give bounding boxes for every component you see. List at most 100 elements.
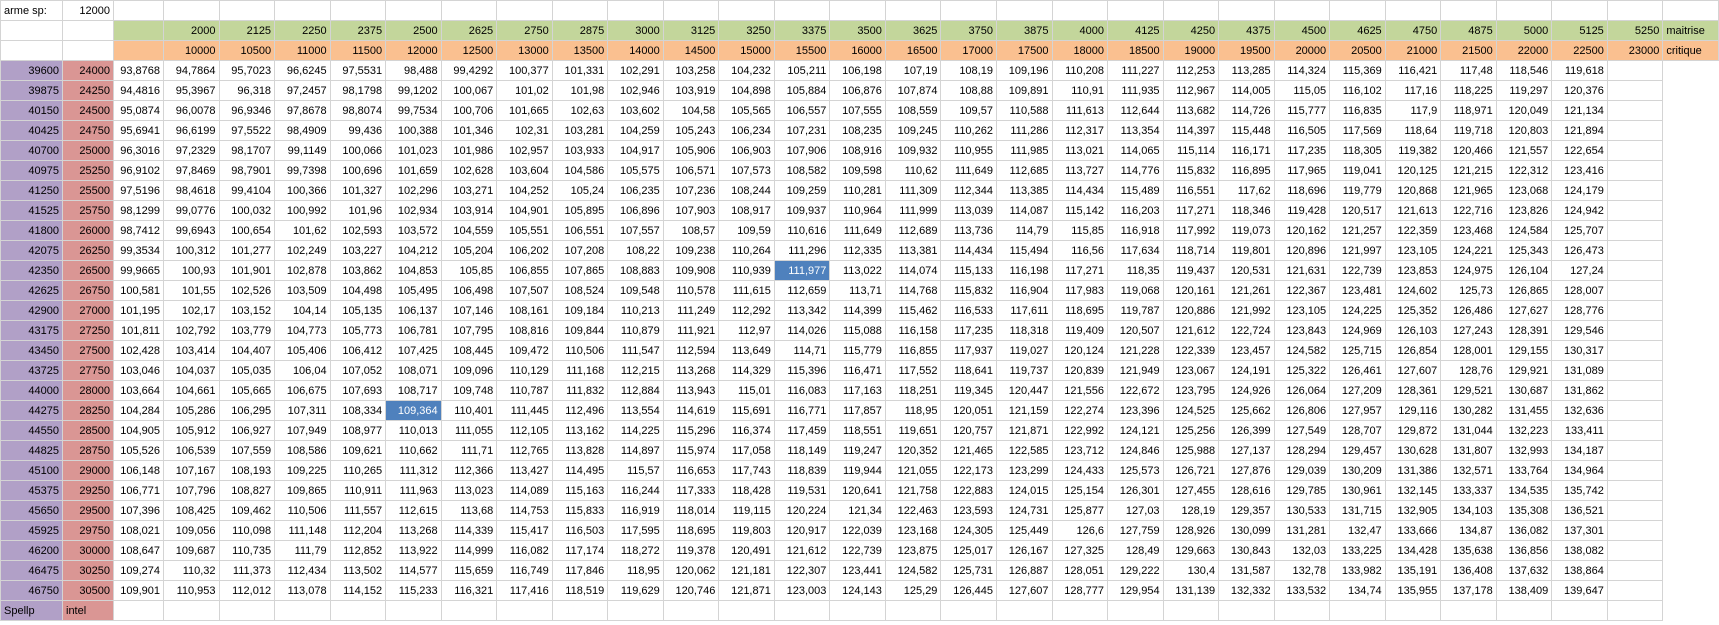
value-cell[interactable]: 115,691	[718, 400, 775, 421]
value-cell[interactable]: 121,997	[1329, 240, 1386, 261]
value-cell[interactable]: 131,281	[1273, 520, 1331, 541]
empty-cell[interactable]	[274, 0, 331, 21]
critique-header-cell[interactable]: 11000	[274, 40, 331, 61]
spellp-cell[interactable]: 44825	[0, 440, 63, 461]
value-cell[interactable]: 127,876	[1218, 460, 1275, 481]
value-cell[interactable]: 106,498	[440, 280, 498, 301]
spellp-cell[interactable]: 45925	[0, 520, 63, 541]
empty-cell[interactable]	[551, 0, 609, 21]
value-cell[interactable]: 113,682	[1162, 100, 1220, 121]
value-cell[interactable]: 115,777	[1273, 100, 1331, 121]
value-cell[interactable]: 103,604	[496, 160, 553, 181]
value-cell[interactable]: 110,955	[940, 140, 997, 161]
value-cell[interactable]: 123,468	[1440, 220, 1497, 241]
critique-header-cell[interactable]: 12500	[440, 40, 498, 61]
value-cell[interactable]: 127,607	[1384, 360, 1442, 381]
value-cell[interactable]: 118,971	[1440, 100, 1497, 121]
value-cell[interactable]: 105,895	[551, 200, 609, 221]
value-cell[interactable]: 113,354	[1107, 120, 1164, 141]
value-cell[interactable]: 135,638	[1440, 540, 1497, 561]
value-cell[interactable]: 115,369	[1329, 60, 1386, 81]
value-cell[interactable]: 114,065	[1107, 140, 1164, 161]
intel-cell[interactable]: 26250	[62, 240, 114, 261]
value-cell[interactable]: 106,771	[113, 480, 164, 501]
value-cell[interactable]: 128,776	[1551, 300, 1608, 321]
value-cell[interactable]: 104,252	[496, 180, 553, 201]
value-cell[interactable]: 108,334	[329, 400, 387, 421]
value-cell[interactable]: 101,901	[218, 260, 276, 281]
value-cell[interactable]: 106,781	[385, 320, 442, 341]
value-cell[interactable]: 113,727	[1051, 160, 1109, 181]
empty-cell[interactable]	[662, 0, 720, 21]
value-cell[interactable]: 115,05	[1273, 80, 1331, 101]
value-cell[interactable]: 99,1149	[274, 140, 331, 161]
critique-header-cell[interactable]: 17000	[940, 40, 997, 61]
spellp-cell[interactable]: 39600	[0, 60, 63, 81]
value-cell[interactable]: 113,943	[662, 380, 720, 401]
value-cell[interactable]: 131,386	[1384, 460, 1442, 481]
value-cell[interactable]: 112,689	[884, 220, 942, 241]
value-cell[interactable]: 117,271	[1051, 260, 1109, 281]
value-cell[interactable]: 106,295	[218, 400, 276, 421]
value-cell[interactable]: 114,495	[551, 460, 609, 481]
intel-cell[interactable]: 27750	[62, 360, 114, 381]
value-cell[interactable]: 132,905	[1384, 500, 1442, 521]
value-cell[interactable]: 111,649	[829, 220, 886, 241]
value-cell[interactable]: 127,137	[1218, 440, 1275, 461]
critique-header-cell[interactable]: 14500	[662, 40, 720, 61]
spellp-cell[interactable]: 39875	[0, 80, 63, 101]
value-cell[interactable]: 99,436	[329, 120, 387, 141]
value-cell[interactable]: 101,665	[496, 100, 553, 121]
value-cell[interactable]: 122,672	[1107, 380, 1164, 401]
value-cell[interactable]: 107,146	[440, 300, 498, 321]
value-cell[interactable]: 125,877	[1051, 500, 1109, 521]
empty-cell[interactable]	[940, 600, 997, 621]
value-cell[interactable]: 120,124	[1051, 340, 1109, 361]
value-cell[interactable]: 132,47	[1329, 520, 1386, 541]
empty-cell[interactable]	[1218, 600, 1275, 621]
value-cell[interactable]: 102,291	[607, 60, 664, 81]
intel-cell[interactable]: 29750	[62, 520, 114, 541]
value-cell[interactable]: 99,3534	[113, 240, 164, 261]
value-cell[interactable]: 113,162	[551, 420, 609, 441]
empty-cell[interactable]	[1606, 580, 1664, 601]
value-cell[interactable]: 116,56	[1051, 240, 1109, 261]
empty-cell[interactable]	[773, 0, 831, 21]
value-cell[interactable]: 108,977	[329, 420, 387, 441]
value-cell[interactable]: 108,88	[940, 80, 997, 101]
value-cell[interactable]: 100,581	[113, 280, 164, 301]
value-cell[interactable]: 119,073	[1218, 220, 1275, 241]
maitrise-header-cell[interactable]: 4125	[1107, 20, 1164, 41]
value-cell[interactable]: 114,577	[385, 560, 442, 581]
value-cell[interactable]: 107,208	[551, 240, 609, 261]
value-cell[interactable]: 115,659	[440, 560, 498, 581]
value-cell[interactable]: 112,344	[940, 180, 997, 201]
value-cell[interactable]: 125,662	[1218, 400, 1275, 421]
value-cell[interactable]: 134,428	[1384, 540, 1442, 561]
value-cell[interactable]: 109,748	[440, 380, 498, 401]
critique-label-cell[interactable]: critique	[1662, 40, 1719, 61]
value-cell[interactable]: 116,653	[662, 460, 720, 481]
value-cell[interactable]: 114,329	[718, 360, 775, 381]
value-cell[interactable]: 109,891	[995, 80, 1053, 101]
value-cell[interactable]: 120,917	[773, 520, 831, 541]
empty-cell[interactable]	[1606, 0, 1664, 21]
value-cell[interactable]: 116,895	[1218, 160, 1275, 181]
value-cell[interactable]: 123,168	[884, 520, 942, 541]
value-cell[interactable]: 110,213	[607, 300, 664, 321]
value-cell[interactable]: 119,618	[1551, 60, 1608, 81]
selected-value-cell[interactable]: 109,364	[385, 400, 442, 421]
value-cell[interactable]: 107,555	[829, 100, 886, 121]
intel-cell[interactable]: 28750	[62, 440, 114, 461]
value-cell[interactable]: 100,366	[274, 180, 331, 201]
value-cell[interactable]: 132,571	[1440, 460, 1497, 481]
value-cell[interactable]: 119,382	[1384, 140, 1442, 161]
value-cell[interactable]: 115,57	[607, 460, 664, 481]
value-cell[interactable]: 105,565	[718, 100, 775, 121]
spellp-cell[interactable]: 42350	[0, 260, 63, 281]
empty-cell[interactable]	[1606, 320, 1664, 341]
maitrise-header-cell[interactable]: 4750	[1384, 20, 1442, 41]
value-cell[interactable]: 115,462	[884, 300, 942, 321]
maitrise-header-cell[interactable]: 2500	[385, 20, 442, 41]
empty-cell[interactable]	[1495, 0, 1553, 21]
